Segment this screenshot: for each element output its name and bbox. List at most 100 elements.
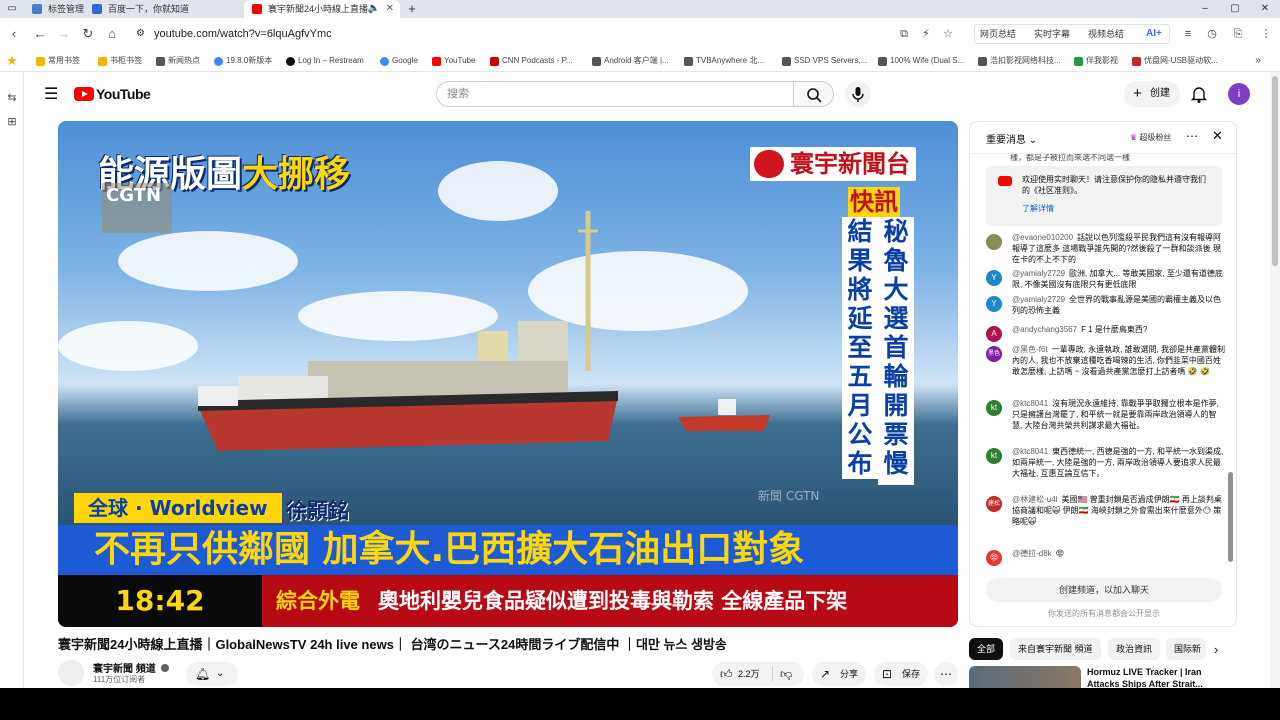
bookmark-item[interactable]: TVBAnywhere 北... — [684, 54, 764, 68]
chip-politics[interactable]: 政治資訊 — [1108, 638, 1161, 660]
chat-author[interactable]: @德拉-d8k — [1012, 549, 1052, 558]
search-icon — [807, 88, 822, 103]
page-scrollbar[interactable] — [1270, 72, 1280, 688]
chat-author[interactable]: @黑色-f6t — [1012, 345, 1048, 354]
home-icon[interactable]: ⌂ — [104, 26, 120, 42]
chat-author[interactable]: @andychang3567 — [1012, 325, 1077, 334]
chat-close-icon[interactable]: ✕ — [1212, 128, 1223, 144]
channel-name[interactable]: 寰宇新聞 頻道 — [93, 660, 169, 675]
bookmarks-overflow-icon[interactable]: » — [1250, 53, 1266, 69]
chat-author[interactable]: @ktc8041 — [1012, 447, 1048, 456]
super-fan-button[interactable]: ♛ 超级粉丝 — [1130, 132, 1171, 143]
bookmark-item[interactable]: SSD VPS Servers,... — [782, 54, 867, 68]
chip-international[interactable]: 国际新 — [1166, 638, 1206, 660]
favorites-star-icon[interactable]: ★ — [4, 53, 20, 69]
like-icon[interactable]: 👍︎ — [720, 662, 733, 686]
chips-next-icon[interactable]: › — [1214, 642, 1218, 657]
copy-icon[interactable]: ⎘ — [1230, 26, 1246, 42]
back-icon[interactable]: ← — [32, 26, 48, 42]
minimize-icon[interactable]: – — [1190, 0, 1220, 18]
chat-author[interactable]: @yamialy2729 — [1012, 295, 1065, 304]
bookmark-item[interactable]: 新闻热点 — [156, 54, 200, 68]
bookmark-item[interactable]: 100% Wife (Dual S... — [878, 54, 964, 68]
voice-search-button[interactable] — [845, 81, 871, 107]
recommended-thumbnail[interactable] — [969, 666, 1081, 688]
install-icon[interactable]: ⧉ — [896, 26, 912, 42]
save-button[interactable]: ⊡ 保存 — [874, 662, 928, 686]
share-button[interactable]: ↗ 分享 — [812, 662, 866, 686]
chat-avatar[interactable]: Y — [986, 296, 1002, 312]
user-avatar[interactable]: i — [1228, 83, 1250, 105]
video-player[interactable]: 能源版圖大挪移 CGTN 寰宇新聞台 快訊 結果將延至五月公布 秘魯大選首輪開票… — [58, 121, 958, 627]
chip-all[interactable]: 全部 — [969, 638, 1004, 660]
yt-menu-icon[interactable]: ☰ — [44, 84, 58, 104]
window-menu-icon[interactable]: ▭ — [0, 0, 24, 18]
like-count[interactable]: 2.2万 — [738, 662, 760, 686]
chat-avatar[interactable] — [986, 234, 1002, 250]
site-info-icon[interactable]: ⚙ — [136, 23, 145, 45]
chat-avatar[interactable]: Y — [986, 270, 1002, 286]
bookmark-item[interactable]: YouTube — [432, 54, 475, 68]
search-input[interactable]: 搜索 — [436, 81, 794, 107]
list-icon[interactable]: ≡ — [1180, 26, 1196, 42]
extension-icon[interactable]: ⚡ — [918, 26, 934, 42]
add-panel-icon[interactable]: ⊞ — [4, 114, 20, 130]
bookmark-item[interactable]: 19.8.0新版本 — [214, 54, 272, 68]
bookmark-item[interactable]: Google — [380, 54, 418, 68]
bookmark-item[interactable]: 常用书签 — [36, 54, 80, 68]
page-summary-button[interactable]: 网页总结 — [980, 26, 1016, 42]
bookmark-item[interactable]: CNN Podcasts - P... — [490, 54, 573, 68]
chat-avatar[interactable]: 黑色 — [986, 346, 1002, 362]
bookmark-item[interactable]: Log In – Restream — [286, 54, 364, 68]
tab-close-icon[interactable]: ✕ — [386, 0, 394, 18]
chat-avatar[interactable]: 建松 — [986, 496, 1002, 512]
search-button[interactable] — [794, 81, 834, 107]
learn-more-link[interactable]: 了解详情 — [1022, 203, 1054, 214]
chat-mode-dropdown[interactable]: 重要消息 ⌄ — [986, 131, 1037, 146]
chat-scrollbar[interactable] — [1228, 472, 1233, 562]
bookmark-item[interactable]: 优盘网-USB驱动软... — [1132, 54, 1218, 68]
sidebar-toggle-icon[interactable]: ‹ — [6, 26, 22, 42]
notifications-bell-icon[interactable] — [1190, 84, 1208, 109]
chat-author[interactable]: @ktc8041 — [1012, 399, 1048, 408]
reload-icon[interactable]: ↻ — [80, 26, 96, 42]
chat-input[interactable]: 创建频道，以加入聊天 — [986, 578, 1222, 602]
ai-plus-button[interactable]: AI+ — [1146, 26, 1162, 42]
history-icon[interactable]: ◷ — [1204, 26, 1220, 42]
menu-icon[interactable]: ⋮ — [1258, 26, 1274, 42]
live-subtitle-button[interactable]: 实时字幕 — [1034, 26, 1070, 42]
bookmark-item[interactable]: Android 客户端 |... — [592, 54, 669, 68]
browser-tab-2[interactable]: 百度一下，你就知道 — [84, 0, 239, 18]
recommended-title[interactable]: Hormuz LIVE Tracker | Iran Attacks Ships… — [1087, 666, 1227, 690]
window-close-icon[interactable]: ✕ — [1250, 0, 1280, 18]
bookmark-star-icon[interactable]: ☆ — [940, 26, 956, 42]
page-scrollbar-thumb[interactable] — [1272, 76, 1278, 266]
more-actions-icon[interactable]: ⋯ — [934, 662, 958, 686]
dislike-icon[interactable]: 👎︎ — [780, 662, 792, 686]
chat-avatar[interactable]: A — [986, 326, 1002, 342]
new-tab-button[interactable]: + — [400, 0, 424, 18]
chat-avatar[interactable]: 😡 — [986, 550, 1002, 566]
bookmark-label: 100% Wife (Dual S... — [890, 56, 965, 65]
bookmark-item[interactable]: 伴我影视 — [1074, 54, 1118, 68]
chip-from-channel[interactable]: 来自寰宇新聞 頻道 — [1010, 638, 1101, 660]
chat-author[interactable]: @林建松-u4l — [1012, 495, 1057, 504]
video-summary-button[interactable]: 视频总结 — [1088, 26, 1124, 42]
chat-author[interactable]: @evaone010200 — [1012, 233, 1073, 242]
bookmark-item[interactable]: 书柜书签 — [98, 54, 142, 68]
channel-avatar[interactable] — [58, 660, 84, 686]
chat-more-icon[interactable]: ⋯ — [1186, 129, 1198, 143]
swap-icon[interactable]: ⇆ — [4, 90, 20, 106]
chat-author[interactable]: @yamialy2729 — [1012, 269, 1065, 278]
forward-icon[interactable]: → — [56, 26, 72, 42]
chat-avatar[interactable]: kt — [986, 448, 1002, 464]
browser-tab-active[interactable]: 寰宇新聞24小時線上直播 🔈 ✕ — [244, 0, 400, 18]
chat-avatar[interactable]: kt — [986, 400, 1002, 416]
notifications-dropdown-button[interactable]: 🔔︎ ⌄ — [186, 662, 238, 686]
browser-tab-1[interactable]: 标签管理 — [24, 0, 84, 18]
bookmark-item[interactable]: 浩扣影视网络科技... — [978, 54, 1061, 68]
address-bar[interactable]: ⚙ youtube.com/watch?v=6lquAgfvYmc — [128, 23, 968, 45]
tab-audio-icon[interactable]: 🔈 — [368, 0, 380, 18]
create-button[interactable]: + 创建 — [1124, 81, 1180, 107]
maximize-icon[interactable]: ▢ — [1220, 0, 1250, 18]
